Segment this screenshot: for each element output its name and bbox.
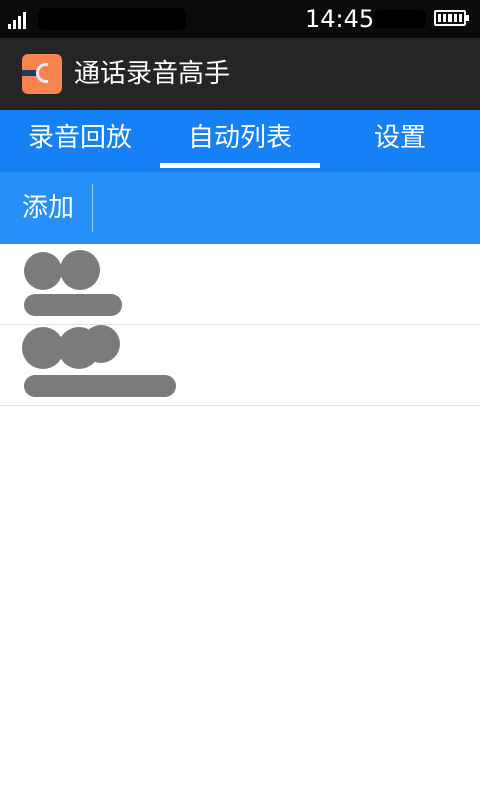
action-divider [92,184,93,232]
redacted-name [60,250,100,290]
signal-strength-icon [8,11,30,29]
recorder-app-icon [22,54,62,94]
tab-settings[interactable]: 设置 [320,110,480,172]
redacted-number [24,294,122,316]
title-bar: 通话录音高手 [0,38,480,110]
redacted-number [24,375,176,397]
tab-recording-playback[interactable]: 录音回放 [0,110,160,172]
add-button[interactable]: 添加 [22,190,74,226]
redacted-carrier [38,8,186,30]
list-item[interactable] [0,325,480,406]
status-time: 14:45 [305,5,375,33]
auto-record-list [0,244,480,406]
status-bar: 14:45 [0,0,480,38]
app-title: 通话录音高手 [74,59,231,89]
redacted-name [82,325,120,363]
tab-auto-list[interactable]: 自动列表 [160,110,320,172]
redacted-name [24,252,62,290]
redacted-status-info [374,10,426,28]
tab-bar: 录音回放 自动列表 设置 [0,110,480,172]
action-bar: 添加 [0,172,480,244]
battery-icon [434,10,469,26]
list-item[interactable] [0,244,480,325]
